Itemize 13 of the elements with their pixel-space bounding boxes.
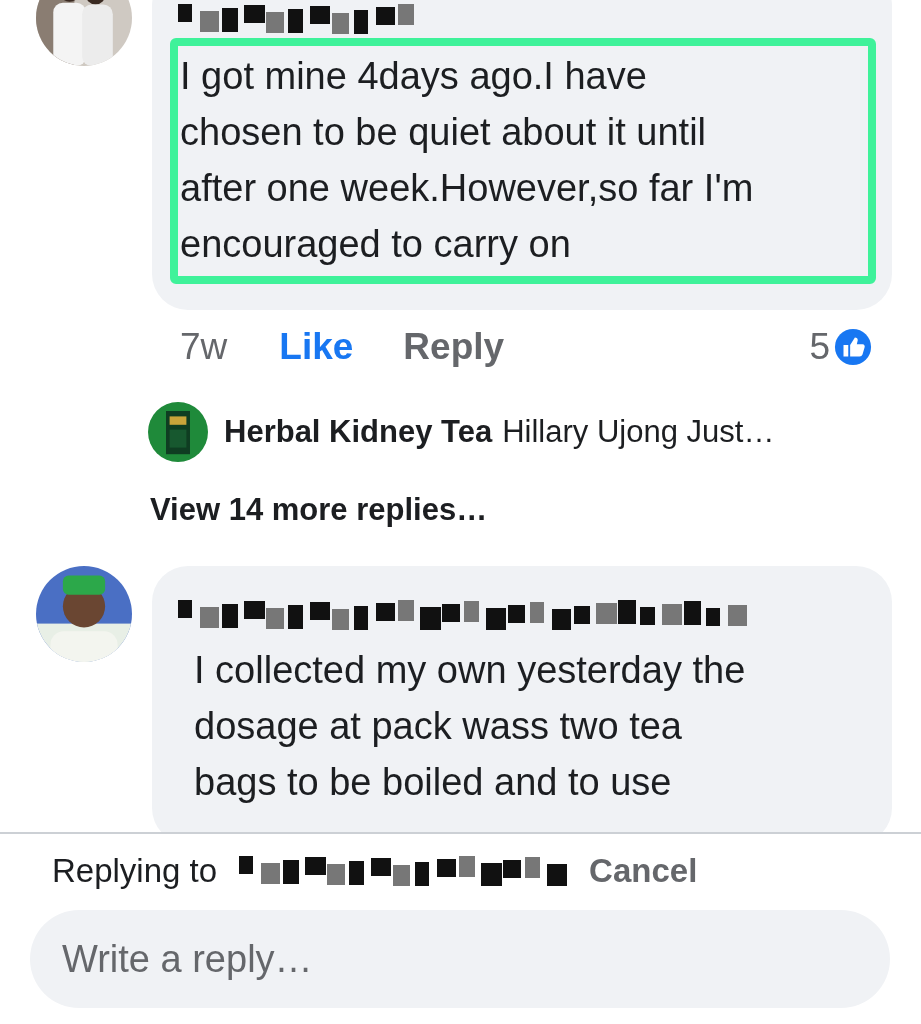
comment-text: I got mine 4days ago.I have chosen to be quiet about it until after one week.However,so far I'm encouraged to carry on bbox=[170, 38, 876, 284]
comment-time: 7w bbox=[180, 326, 228, 368]
like-link[interactable]: Like bbox=[279, 326, 354, 368]
reaction-count: 5 bbox=[809, 326, 830, 368]
comment-text: I collected my own yesterday the dosage at pack wass two tea bags to be boiled and to use bbox=[193, 648, 747, 805]
reply-author[interactable]: Herbal Kidney Tea bbox=[224, 414, 493, 450]
reply-snippet: Hillary Ujong Just… bbox=[502, 414, 775, 450]
view-more-replies-link[interactable]: View 14 more replies… bbox=[0, 462, 921, 528]
thumbs-up-icon bbox=[834, 328, 872, 366]
reply-link[interactable]: Reply bbox=[403, 326, 505, 368]
reply-input-field[interactable]: Write a reply… bbox=[30, 910, 890, 1008]
replying-to-label: Replying to bbox=[52, 852, 218, 890]
cancel-link[interactable]: Cancel bbox=[589, 852, 698, 890]
